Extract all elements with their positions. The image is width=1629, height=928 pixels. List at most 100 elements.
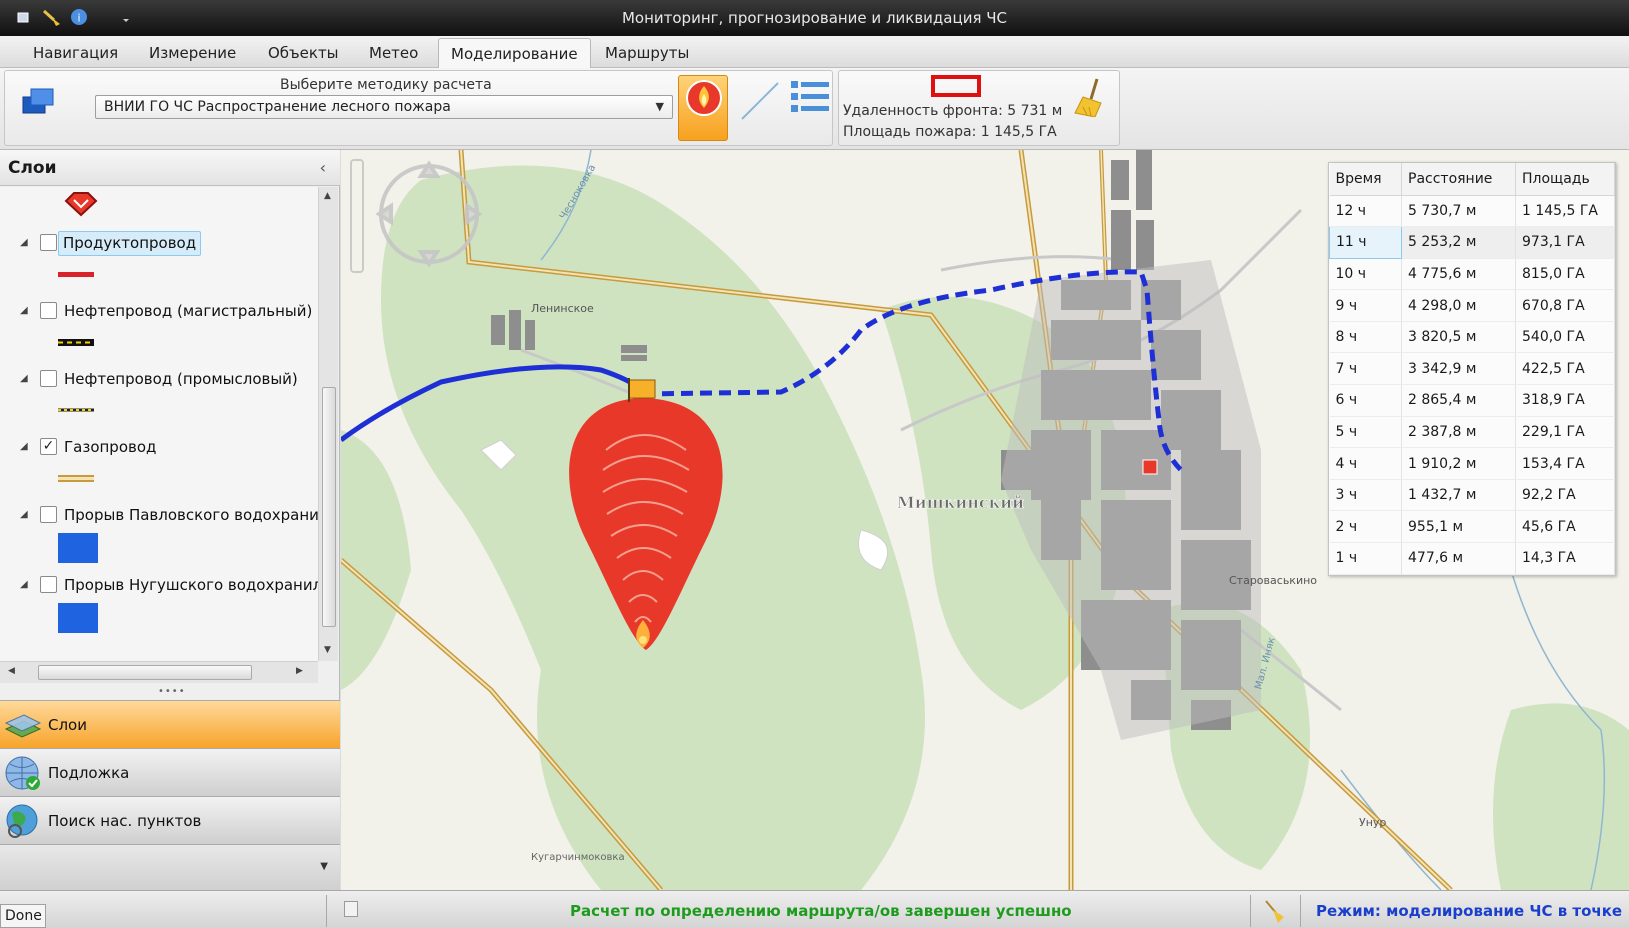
- chevron-down-icon: ▼: [655, 100, 664, 113]
- layer-checkbox[interactable]: [40, 302, 57, 319]
- cell-distance: 955,1 м: [1401, 510, 1516, 544]
- cell-area: 229,1 ГА: [1515, 416, 1615, 449]
- front-distance: Удаленность фронта: 5 731 м: [843, 103, 1063, 119]
- cell-distance: 3 820,5 м: [1401, 321, 1516, 354]
- table-row[interactable]: 3 ч1 432,7 м 92,2 ГА: [1329, 479, 1615, 512]
- layer-checkbox-checked[interactable]: ✓: [40, 438, 57, 455]
- scroll-right-icon[interactable]: ▶: [296, 666, 303, 676]
- scroll-down-icon[interactable]: ▼: [324, 645, 331, 655]
- status-divider: [326, 895, 327, 927]
- tab-meteo[interactable]: Метео: [369, 44, 418, 62]
- nav-basemap-button[interactable]: Подложка: [0, 748, 340, 796]
- tab-modeling[interactable]: Моделирование: [438, 38, 591, 69]
- results-group: Удаленность фронта: 5 731 м Площадь пожа…: [838, 70, 1120, 146]
- legend-yellow-dash-icon: [58, 405, 94, 421]
- collapse-panel-icon[interactable]: ‹: [320, 158, 326, 177]
- layer-checkbox[interactable]: [40, 576, 57, 593]
- layers-stack-icon[interactable]: [21, 85, 57, 117]
- column-area[interactable]: Площадь: [1515, 163, 1615, 196]
- layer-nugush-breach[interactable]: ◢ Прорыв Нугушского водохранил: [0, 571, 318, 601]
- cell-time: 11 ч: [1329, 226, 1402, 259]
- map-label-river: Унур: [1359, 816, 1386, 829]
- layer-gas-pipeline[interactable]: ◢ ✓ Газопровод: [0, 433, 318, 463]
- nav-overflow-button[interactable]: ▼: [0, 844, 340, 890]
- fire-model-button[interactable]: [678, 75, 728, 141]
- table-row[interactable]: 5 ч2 387,8 м 229,1 ГА: [1329, 416, 1615, 449]
- rectangle-icon[interactable]: [931, 75, 981, 97]
- layers-horizontal-scrollbar[interactable]: ◀ ▶: [0, 661, 318, 683]
- expand-triangle-icon[interactable]: ◢: [20, 305, 28, 316]
- cell-time: 4 ч: [1329, 447, 1402, 480]
- cell-distance: 1 910,2 м: [1401, 447, 1516, 480]
- nav-search-places-button[interactable]: Поиск нас. пунктов: [0, 796, 340, 844]
- expand-triangle-icon[interactable]: ◢: [20, 373, 28, 384]
- layer-label: Нефтепровод (магистральный): [64, 302, 313, 320]
- table-row[interactable]: 4 ч1 910,2 м 153,4 ГА: [1329, 447, 1615, 480]
- layer-oil-pipeline-main[interactable]: ◢ Нефтепровод (магистральный): [0, 297, 318, 327]
- scroll-thumb[interactable]: [38, 665, 252, 680]
- expand-triangle-icon[interactable]: ◢: [20, 509, 28, 520]
- table-row[interactable]: 6 ч2 865,4 м 318,9 ГА: [1329, 384, 1615, 417]
- method-dropdown[interactable]: ВНИИ ГО ЧС Распространение лесного пожар…: [95, 95, 673, 119]
- table-row[interactable]: 11 ч5 253,2 м 973,1 ГА: [1329, 226, 1615, 259]
- broom-clear-icon[interactable]: [1073, 77, 1109, 118]
- fire-area: Площадь пожара: 1 145,5 ГА: [843, 124, 1057, 140]
- expand-triangle-icon[interactable]: ◢: [20, 579, 28, 590]
- layer-label: Прорыв Нугушского водохранил: [64, 576, 318, 594]
- tab-measurement[interactable]: Измерение: [149, 44, 236, 62]
- map-label-village: Ленинское: [531, 302, 594, 315]
- layers-panel-title: Слои: [8, 158, 57, 178]
- column-distance[interactable]: Расстояние: [1401, 163, 1516, 196]
- table-row[interactable]: 9 ч4 298,0 м 670,8 ГА: [1329, 289, 1615, 322]
- scroll-left-icon[interactable]: ◀: [8, 666, 15, 676]
- cell-time: 12 ч: [1329, 195, 1402, 228]
- scroll-thumb[interactable]: [322, 387, 336, 627]
- nav-button-label: Подложка: [48, 764, 130, 782]
- layers-vertical-scrollbar[interactable]: ▲ ▼: [318, 187, 338, 661]
- layers-map-icon: [4, 707, 42, 743]
- status-message: Расчет по определению маршрута/ов заверш…: [570, 902, 1072, 920]
- cell-distance: 3 342,9 м: [1401, 352, 1516, 386]
- status-done: Done: [0, 904, 46, 928]
- layer-pavlovsk-breach[interactable]: ◢ Прорыв Павловского водохрани: [0, 501, 318, 531]
- status-mode: Режим: моделирование ЧС в точке: [1316, 902, 1623, 920]
- expand-triangle-icon[interactable]: ◢: [20, 441, 28, 452]
- layers-panel-header: Слои ‹: [0, 150, 340, 186]
- layer-checkbox[interactable]: [40, 506, 57, 523]
- layer-checkbox[interactable]: [40, 370, 57, 387]
- layer-checkbox[interactable]: [40, 234, 57, 251]
- layers-tree: ◢ Продуктопровод ◢ Нефтепровод (магистра…: [0, 187, 318, 661]
- cell-area: 422,5 ГА: [1515, 352, 1615, 386]
- table-row[interactable]: 8 ч3 820,5 м 540,0 ГА: [1329, 321, 1615, 354]
- column-time[interactable]: Время: [1329, 163, 1402, 196]
- status-divider: [1250, 895, 1251, 927]
- tab-routes[interactable]: Маршруты: [605, 44, 689, 62]
- table-row[interactable]: 7 ч3 342,9 м 422,5 ГА: [1329, 352, 1615, 386]
- nav-layers-button[interactable]: Слои: [0, 700, 340, 748]
- list-icon[interactable]: [789, 77, 833, 121]
- tab-objects[interactable]: Объекты: [268, 44, 339, 62]
- route-start-flag-icon[interactable]: [628, 378, 656, 402]
- splitter-grip[interactable]: ••••: [158, 686, 186, 697]
- table-row[interactable]: 2 ч 955,1 м 45,6 ГА: [1329, 510, 1615, 544]
- cell-distance: 477,6 м: [1401, 542, 1516, 575]
- cell-time: 6 ч: [1329, 384, 1402, 417]
- tab-navigation[interactable]: Навигация: [33, 44, 118, 62]
- fire-summary: Удаленность фронта: 5 731 м Площадь пожа…: [843, 101, 1062, 143]
- table-row[interactable]: 10 ч4 775,6 м 815,0 ГА: [1329, 258, 1615, 291]
- cell-distance: 5 253,2 м: [1401, 226, 1516, 259]
- layer-oil-pipeline-field[interactable]: ◢ Нефтепровод (промысловый): [0, 365, 318, 395]
- broom-status-icon[interactable]: [1262, 899, 1286, 923]
- table-row[interactable]: 1 ч 477,6 м 14,3 ГА: [1329, 542, 1615, 575]
- layer-product-pipeline[interactable]: ◢ Продуктопровод: [0, 229, 318, 259]
- scroll-up-icon[interactable]: ▲: [324, 191, 331, 201]
- cell-area: 45,6 ГА: [1515, 510, 1615, 544]
- route-end-marker-icon[interactable]: [1142, 459, 1158, 475]
- expand-triangle-icon[interactable]: ◢: [20, 237, 28, 248]
- table-row[interactable]: 12 ч5 730,7 м1 145,5 ГА: [1329, 195, 1615, 228]
- cell-area: 318,9 ГА: [1515, 384, 1615, 417]
- cell-time: 3 ч: [1329, 479, 1402, 512]
- cell-distance: 5 730,7 м: [1401, 195, 1516, 228]
- cell-time: 10 ч: [1329, 258, 1402, 291]
- draw-line-icon[interactable]: [738, 79, 782, 123]
